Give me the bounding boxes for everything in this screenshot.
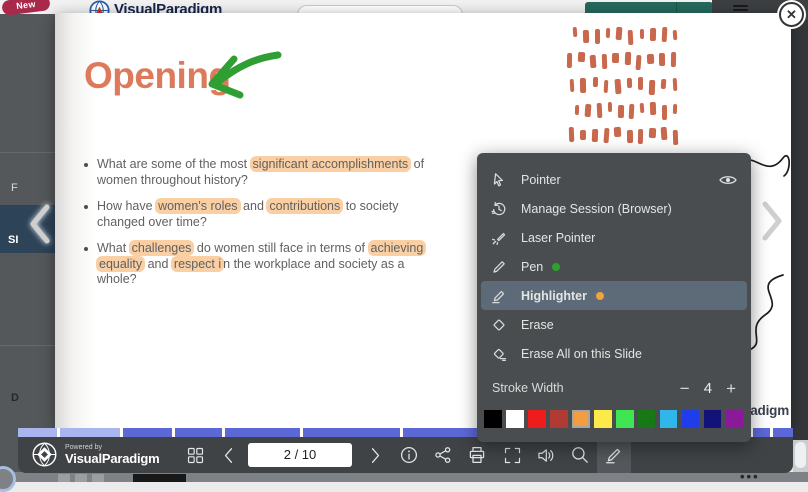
menu-item-label: Pointer: [521, 173, 561, 187]
slide-bullet-list: What are some of the most significant ac…: [97, 157, 507, 299]
visual-paradigm-toolbar-icon: [31, 441, 58, 468]
stroke-width-label: Stroke Width: [492, 381, 564, 395]
menu-item-label: Highlighter: [521, 289, 587, 303]
color-swatch[interactable]: [594, 410, 612, 428]
tally-marks-doodle: [567, 27, 683, 152]
sidebar-divider: [0, 345, 55, 346]
highlighted-text: achieving: [368, 240, 427, 256]
powered-by-label: Powered by: [65, 444, 160, 451]
previous-slide-arrow[interactable]: [26, 203, 52, 245]
info-icon[interactable]: [392, 437, 426, 473]
progress-segment-5[interactable]: [225, 428, 300, 437]
stroke-width-decrease-button[interactable]: −: [680, 380, 690, 397]
tool-color-dot: [596, 292, 604, 300]
menu-item-label: Erase: [521, 318, 554, 332]
color-swatch[interactable]: [528, 410, 546, 428]
highlighted-text: respect i: [171, 256, 224, 272]
green-arrow-annotation: [190, 45, 285, 107]
history-icon: [491, 200, 508, 217]
menu-item-pen[interactable]: Pen: [477, 252, 751, 281]
laser-icon: [491, 229, 508, 246]
slide-bullet: How have women's roles and contributions…: [97, 199, 507, 230]
highlighted-text: significant accomplishments: [250, 156, 412, 172]
eye-icon[interactable]: [719, 174, 737, 186]
site-header: VisualParadigm: [0, 0, 808, 14]
highlighted-text: contributions: [266, 198, 343, 214]
highlighted-text: equality: [96, 256, 145, 272]
sidebar-item-fragment[interactable]: F: [11, 182, 18, 194]
color-swatch[interactable]: [660, 410, 678, 428]
pen-icon: [491, 258, 508, 275]
menu-item-label: Pen: [521, 260, 543, 274]
progress-segment-4[interactable]: [175, 428, 222, 437]
slide-bullet: What challenges do women still face in t…: [97, 241, 507, 288]
bullet-dot: [84, 205, 88, 209]
highlighted-text: challenges: [129, 240, 195, 256]
progress-segment-10[interactable]: [773, 428, 793, 437]
eraser-all-icon: [491, 345, 508, 362]
cursor-icon: [491, 171, 508, 188]
close-viewer-button[interactable]: ✕: [779, 2, 804, 27]
menu-item-manage-session-browser[interactable]: Manage Session (Browser): [477, 194, 751, 223]
page-bottom-strip: [0, 472, 808, 482]
stroke-width-increase-button[interactable]: +: [726, 380, 736, 397]
highlighted-text: women's roles: [155, 198, 241, 214]
search-icon[interactable]: [563, 437, 597, 473]
stroke-width-value: 4: [704, 380, 712, 397]
progress-segment-1[interactable]: [18, 428, 57, 437]
powered-by-logo[interactable]: Powered by VisualParadigm: [31, 441, 160, 468]
toolbar-brand-label: VisualParadigm: [65, 451, 160, 466]
viewer-toolbar: Powered by VisualParadigm 2 / 10: [18, 437, 793, 473]
tool-color-dot: [552, 263, 560, 271]
progress-segment-7[interactable]: [403, 428, 484, 437]
menu-item-erase[interactable]: Erase: [477, 310, 751, 339]
bullet-dot: [84, 247, 88, 251]
color-swatch[interactable]: [638, 410, 656, 428]
site-sidebar: F SI D: [0, 14, 55, 482]
volume-icon[interactable]: [529, 437, 563, 473]
share-icon[interactable]: [426, 437, 460, 473]
page-number-indicator[interactable]: 2 / 10: [248, 443, 352, 467]
draw-icon[interactable]: [597, 437, 631, 473]
menu-item-pointer[interactable]: Pointer: [477, 165, 751, 194]
slide-bullet: What are some of the most significant ac…: [97, 157, 507, 188]
page-thumbnails: [58, 474, 104, 482]
stroke-width-row: Stroke Width − 4 +: [477, 370, 751, 406]
color-swatch[interactable]: [484, 410, 502, 428]
color-swatch[interactable]: [506, 410, 524, 428]
menu-item-label: Manage Session (Browser): [521, 202, 672, 216]
color-swatch[interactable]: [550, 410, 568, 428]
color-swatch[interactable]: [572, 410, 590, 428]
menu-item-laser-pointer[interactable]: Laser Pointer: [477, 223, 751, 252]
progress-segment-6[interactable]: [303, 428, 400, 437]
eraser-icon: [491, 316, 508, 333]
color-swatch[interactable]: [616, 410, 634, 428]
menu-item-erase-all-on-this-slide[interactable]: Erase All on this Slide: [477, 339, 751, 368]
next-icon[interactable]: [358, 437, 392, 473]
color-swatch[interactable]: [704, 410, 722, 428]
drawing-tools-menu: Pointer Manage Session (Browser) Laser Poi…: [477, 153, 751, 442]
color-palette: [477, 410, 751, 428]
menu-item-label: Laser Pointer: [521, 231, 595, 245]
fullscreen-icon[interactable]: [495, 437, 529, 473]
color-swatch[interactable]: [682, 410, 700, 428]
menu-item-label: Erase All on this Slide: [521, 347, 642, 361]
page-bottom-dark-block: [133, 474, 186, 482]
sidebar-item-fragment: SI: [8, 234, 18, 246]
sidebar-divider: [0, 152, 55, 153]
menu-item-highlighter[interactable]: Highlighter: [481, 281, 747, 310]
prev-icon[interactable]: [211, 437, 245, 473]
progress-segment-2[interactable]: [60, 428, 120, 437]
grid-icon[interactable]: [178, 437, 212, 473]
print-icon[interactable]: [460, 437, 494, 473]
progress-segment-9[interactable]: [753, 428, 770, 437]
highlighter-icon: [491, 287, 508, 304]
progress-segment-3[interactable]: [123, 428, 172, 437]
page-scrollbar-thumb[interactable]: [795, 442, 806, 468]
color-swatch[interactable]: [726, 410, 744, 428]
bullet-dot: [84, 163, 88, 167]
sidebar-item-fragment[interactable]: D: [11, 392, 19, 404]
next-slide-arrow[interactable]: [760, 200, 786, 242]
